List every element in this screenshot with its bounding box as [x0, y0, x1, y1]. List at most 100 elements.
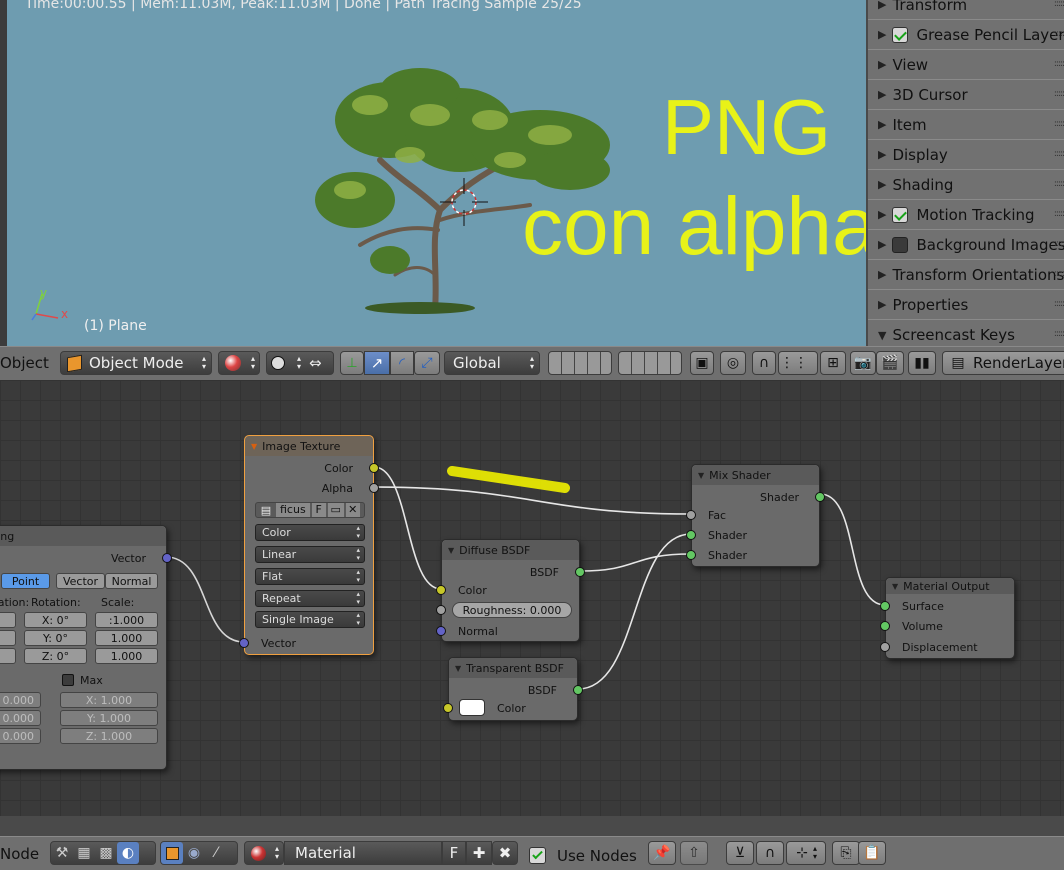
interpolation-dropdown[interactable]: Linear — [255, 546, 365, 563]
motion-tracking-checkbox[interactable] — [892, 206, 909, 223]
panel-shading[interactable]: ▶ Shading::::: — [868, 170, 1064, 200]
socket-bsdf-out[interactable] — [573, 685, 583, 695]
tab-point[interactable]: Point — [1, 573, 50, 589]
snap-toggle-button[interactable]: ∩ — [752, 351, 776, 375]
node-tree-type-selector[interactable]: ⚒ ▦ ▩ ◐ — [50, 841, 156, 865]
snap-toggle-button[interactable]: ∩ — [756, 841, 784, 865]
source-dropdown[interactable]: Single Image — [255, 611, 365, 628]
min-x-field[interactable]: 0.000 — [0, 692, 41, 708]
drag-grip-icon[interactable]: ::::: — [1054, 29, 1064, 39]
panel-item[interactable]: ▶ Item::::: — [868, 110, 1064, 140]
viewport-shading-selector[interactable]: ▴ ▾ — [218, 351, 260, 375]
node-editor-canvas[interactable]: Mapping Vector Point Vector Normal Locat… — [0, 380, 1064, 836]
material-browse-button[interactable]: ▴ ▾ — [244, 841, 284, 865]
opengl-render-animation-button[interactable]: 🎬 — [876, 351, 904, 375]
opengl-render-still-button[interactable]: 📷 — [850, 351, 876, 375]
node-mix-header[interactable]: ▼ Mix Shader — [692, 465, 819, 485]
background-images-checkbox[interactable] — [892, 236, 909, 253]
tab-normal[interactable]: Normal — [105, 573, 158, 589]
3d-viewport[interactable]: Time:00:00.55 | Mem:11.03M, Peak:11.03M … — [0, 0, 866, 346]
collapse-triangle-icon[interactable]: ▼ — [455, 664, 461, 673]
loc-z-field[interactable] — [0, 648, 16, 664]
scale-z-field[interactable]: 1.000 — [95, 648, 158, 664]
node-diffuse-bsdf[interactable]: ▼ Diffuse BSDF BSDF Color Roughness: 0.00… — [436, 539, 585, 642]
color-space-dropdown[interactable]: Color — [255, 524, 365, 541]
drag-grip-icon[interactable]: ::::: — [1054, 0, 1064, 9]
node-image-texture-header[interactable]: ▼ Image Texture — [245, 436, 373, 456]
node-mapping[interactable]: Mapping Vector Point Vector Normal Locat… — [0, 525, 172, 770]
drag-grip-icon[interactable]: ::::: — [1054, 59, 1064, 69]
layer-grid-1[interactable] — [548, 351, 612, 375]
backdrop-button[interactable]: ⊻ — [726, 841, 754, 865]
drag-grip-icon[interactable]: ::::: — [1054, 179, 1064, 189]
pin-button[interactable]: 📌 — [648, 841, 676, 865]
lock-layers-button[interactable]: ▣ — [690, 351, 714, 375]
color-swatch[interactable] — [459, 699, 485, 716]
socket-shader2-in[interactable] — [686, 550, 696, 560]
scale-y-field[interactable]: 1.000 — [95, 630, 158, 646]
fake-user-button[interactable]: F — [311, 503, 326, 517]
extension-dropdown[interactable]: Repeat — [255, 590, 365, 607]
render-layer-selector[interactable]: ▤ RenderLayer — [942, 351, 1064, 375]
min-z-field[interactable]: 0.000 — [0, 728, 41, 744]
socket-bsdf-out[interactable] — [575, 567, 585, 577]
new-material-button[interactable]: ✚ — [466, 841, 492, 865]
rot-y-field[interactable]: Y: 0° — [24, 630, 87, 646]
socket-vector-out[interactable] — [162, 553, 172, 563]
image-name[interactable]: ficus — [276, 503, 310, 517]
translate-manipulator[interactable]: ↗ — [364, 351, 390, 375]
panel-properties[interactable]: ▶ Properties::::: — [868, 290, 1064, 320]
panel-3d-cursor[interactable]: ▶ 3D Cursor::::: — [868, 80, 1064, 110]
node-image-texture[interactable]: ▼ Image Texture Color Alpha ▤ ficus F ▭ ✕… — [239, 435, 379, 655]
go-to-parent-button[interactable]: ⇧ — [680, 841, 708, 865]
copy-nodes-button[interactable]: ⎘ — [832, 841, 860, 865]
node-output-header[interactable]: ▼ Material Output — [886, 578, 1014, 594]
collapse-triangle-icon[interactable]: ▼ — [448, 546, 454, 555]
panel-transform[interactable]: ▶ Transform::::: — [868, 0, 1064, 20]
node-transparent-header[interactable]: ▼ Transparent BSDF — [449, 658, 577, 678]
socket-color-in[interactable] — [443, 703, 453, 713]
max-z-field[interactable]: Z: 1.000 — [60, 728, 158, 744]
max-y-field[interactable]: Y: 1.000 — [60, 710, 158, 726]
material-name-field[interactable]: Material — [284, 841, 442, 865]
collapse-triangle-icon[interactable]: ▼ — [251, 442, 257, 451]
socket-alpha-out[interactable] — [369, 483, 379, 493]
panel-display[interactable]: ▶ Display::::: — [868, 140, 1064, 170]
node-material-output[interactable]: ▼ Material Output Surface Volume Displace… — [880, 577, 1015, 659]
unlink-material-button[interactable]: ✖ — [492, 841, 518, 865]
socket-fac-in[interactable] — [686, 510, 696, 520]
open-image-icon[interactable]: ▭ — [327, 503, 344, 517]
loc-y-field[interactable] — [0, 630, 16, 646]
material-fake-user-button[interactable]: F — [442, 841, 466, 865]
drag-grip-icon[interactable]: ::::: — [1054, 149, 1064, 159]
paste-nodes-button[interactable]: 📋 — [858, 841, 886, 865]
socket-displacement-in[interactable] — [880, 642, 890, 652]
panel-view[interactable]: ▶ View::::: — [868, 50, 1064, 80]
use-nodes-checkbox[interactable] — [529, 847, 546, 864]
drag-grip-icon[interactable]: ::::: — [1054, 239, 1064, 249]
node-mix-shader[interactable]: ▼ Mix Shader Shader Fac Shader Shader — [686, 464, 825, 567]
collapse-triangle-icon[interactable]: ▼ — [892, 582, 898, 591]
socket-roughness-in[interactable] — [436, 605, 446, 615]
max-x-field[interactable]: X: 1.000 — [60, 692, 158, 708]
socket-surface-in[interactable] — [880, 601, 890, 611]
node-transparent-bsdf[interactable]: ▼ Transparent BSDF BSDF Color — [443, 657, 583, 721]
scale-x-field[interactable]: :1.000 — [95, 612, 158, 628]
rot-x-field[interactable]: X: 0° — [24, 612, 87, 628]
socket-normal-in[interactable] — [436, 626, 446, 636]
socket-color-out[interactable] — [369, 463, 379, 473]
projection-dropdown[interactable]: Flat — [255, 568, 365, 585]
layer-grid-2[interactable] — [618, 351, 682, 375]
drag-grip-icon[interactable]: ::::: — [1054, 89, 1064, 99]
panel-grease-pencil-layers[interactable]: ▶ Grease Pencil Layers::::: — [868, 20, 1064, 50]
socket-color-in[interactable] — [436, 585, 446, 595]
3d-cursor-icon[interactable] — [440, 178, 488, 226]
grease-pencil-checkbox[interactable] — [892, 26, 909, 43]
loc-x-field[interactable] — [0, 612, 16, 628]
socket-volume-in[interactable] — [880, 621, 890, 631]
scale-manipulator[interactable]: ⤢ — [414, 351, 440, 375]
rotate-manipulator[interactable]: ◜ — [390, 351, 414, 375]
node-menu[interactable]: Node — [0, 845, 39, 863]
node-mapping-header[interactable]: Mapping — [0, 526, 166, 546]
orientation-selector[interactable]: Global ▴ ▾ — [444, 351, 540, 375]
